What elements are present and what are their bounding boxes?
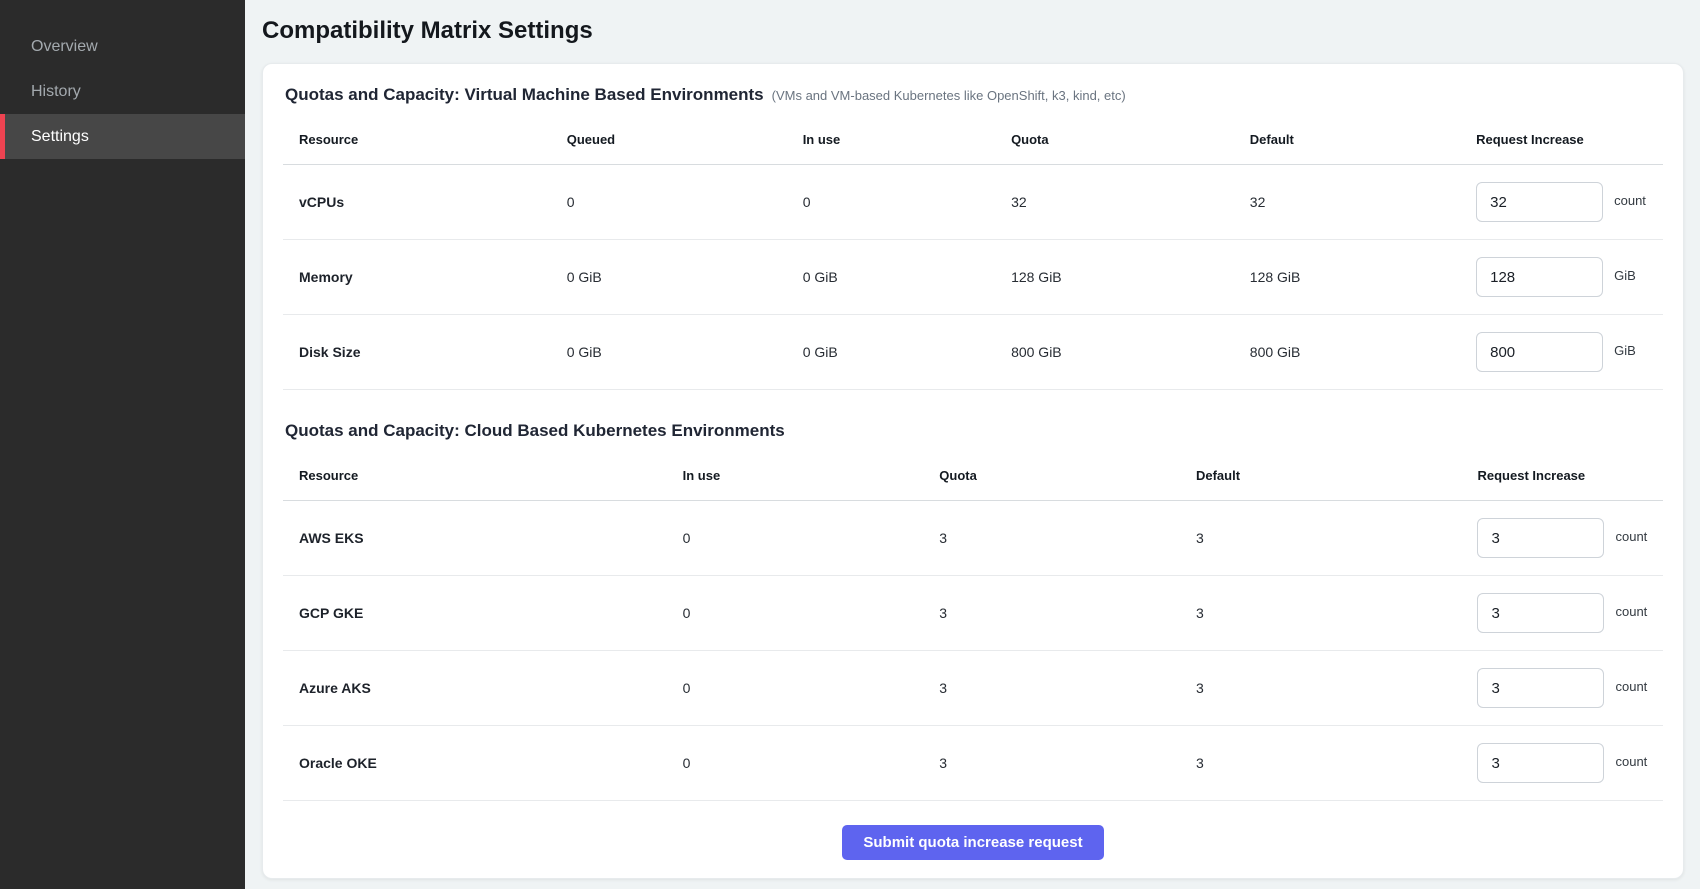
quota-settings-card: Quotas and Capacity: Virtual Machine Bas… [262,63,1684,879]
default-value: 3 [1180,755,1462,771]
table-row-vcpus: vCPUs 0 0 32 32 count [283,165,1663,240]
unit-label: count [1615,604,1647,619]
request-increase-cell: count [1460,182,1663,222]
vcpus-request-input[interactable] [1476,182,1603,222]
queued-value: 0 GiB [551,269,787,285]
default-value: 3 [1180,530,1462,546]
cloud-section-header: Quotas and Capacity: Cloud Based Kuberne… [283,420,1663,442]
vm-section-note: (VMs and VM-based Kubernetes like OpenSh… [772,88,1126,103]
default-value: 800 GiB [1234,344,1460,360]
in-use-value: 0 GiB [787,344,995,360]
quota-value: 3 [923,530,1180,546]
submit-row: Submit quota increase request [283,801,1663,862]
sidebar-nav: Overview History Settings [0,24,245,159]
table-row-oracle-oke: Oracle OKE 0 3 3 count [283,726,1663,801]
resource-name: Azure AKS [283,680,667,696]
sidebar-item-settings[interactable]: Settings [0,114,245,159]
queued-value: 0 [551,194,787,210]
table-row-azure-aks: Azure AKS 0 3 3 count [283,651,1663,726]
cloud-section-title: Quotas and Capacity: Cloud Based Kuberne… [285,420,785,442]
column-header-resource: Resource [283,468,667,483]
resource-name: Oracle OKE [283,755,667,771]
cloud-table-header: Resource In use Quota Default Request In… [283,468,1663,501]
resource-name: Disk Size [283,344,551,360]
cloud-quota-table: Resource In use Quota Default Request In… [283,468,1663,801]
unit-label: GiB [1614,343,1636,358]
vm-section-title: Quotas and Capacity: Virtual Machine Bas… [285,84,764,106]
column-header-request-increase: Request Increase [1461,468,1663,483]
resource-name: AWS EKS [283,530,667,546]
request-increase-cell: count [1461,518,1663,558]
unit-label: count [1614,193,1646,208]
quota-value: 3 [923,755,1180,771]
table-row-aws-eks: AWS EKS 0 3 3 count [283,501,1663,576]
column-header-queued: Queued [551,132,787,147]
vm-table-header: Resource Queued In use Quota Default Req… [283,132,1663,165]
unit-label: GiB [1614,268,1636,283]
in-use-value: 0 [667,755,924,771]
in-use-value: 0 GiB [787,269,995,285]
request-increase-cell: count [1461,668,1663,708]
quota-value: 3 [923,680,1180,696]
table-row-gcp-gke: GCP GKE 0 3 3 count [283,576,1663,651]
queued-value: 0 GiB [551,344,787,360]
memory-request-input[interactable] [1476,257,1603,297]
table-row-disk-size: Disk Size 0 GiB 0 GiB 800 GiB 800 GiB Gi… [283,315,1663,390]
in-use-value: 0 [787,194,995,210]
resource-name: Memory [283,269,551,285]
sidebar-item-label: History [31,83,81,101]
resource-name: GCP GKE [283,605,667,621]
aws-eks-request-input[interactable] [1477,518,1604,558]
quota-value: 800 GiB [995,344,1234,360]
vm-quota-table: Resource Queued In use Quota Default Req… [283,132,1663,390]
page-title: Compatibility Matrix Settings [262,18,1684,44]
quota-value: 3 [923,605,1180,621]
sidebar-item-label: Overview [31,38,98,56]
default-value: 3 [1180,680,1462,696]
azure-aks-request-input[interactable] [1477,668,1604,708]
request-increase-cell: GiB [1460,257,1663,297]
disk-size-request-input[interactable] [1476,332,1603,372]
in-use-value: 0 [667,605,924,621]
unit-label: count [1615,754,1647,769]
app-root: Overview History Settings Compatibility … [0,0,1700,889]
column-header-in-use: In use [787,132,995,147]
default-value: 3 [1180,605,1462,621]
request-increase-cell: count [1461,593,1663,633]
vm-section-header: Quotas and Capacity: Virtual Machine Bas… [283,84,1663,106]
quota-value: 128 GiB [995,269,1234,285]
resource-name: vCPUs [283,194,551,210]
in-use-value: 0 [667,680,924,696]
sidebar: Overview History Settings [0,0,245,889]
oracle-oke-request-input[interactable] [1477,743,1604,783]
column-header-resource: Resource [283,132,551,147]
request-increase-cell: GiB [1460,332,1663,372]
table-row-memory: Memory 0 GiB 0 GiB 128 GiB 128 GiB GiB [283,240,1663,315]
unit-label: count [1615,529,1647,544]
quota-value: 32 [995,194,1234,210]
default-value: 128 GiB [1234,269,1460,285]
column-header-quota: Quota [923,468,1180,483]
column-header-in-use: In use [667,468,924,483]
unit-label: count [1615,679,1647,694]
request-increase-cell: count [1461,743,1663,783]
default-value: 32 [1234,194,1460,210]
column-header-quota: Quota [995,132,1234,147]
in-use-value: 0 [667,530,924,546]
sidebar-item-history[interactable]: History [0,69,245,114]
sidebar-item-label: Settings [31,128,89,146]
column-header-request-increase: Request Increase [1460,132,1663,147]
gcp-gke-request-input[interactable] [1477,593,1604,633]
main-content: Compatibility Matrix Settings Quotas and… [245,0,1700,889]
sidebar-item-overview[interactable]: Overview [0,24,245,69]
submit-quota-button[interactable]: Submit quota increase request [842,825,1103,860]
column-header-default: Default [1234,132,1460,147]
column-header-default: Default [1180,468,1462,483]
